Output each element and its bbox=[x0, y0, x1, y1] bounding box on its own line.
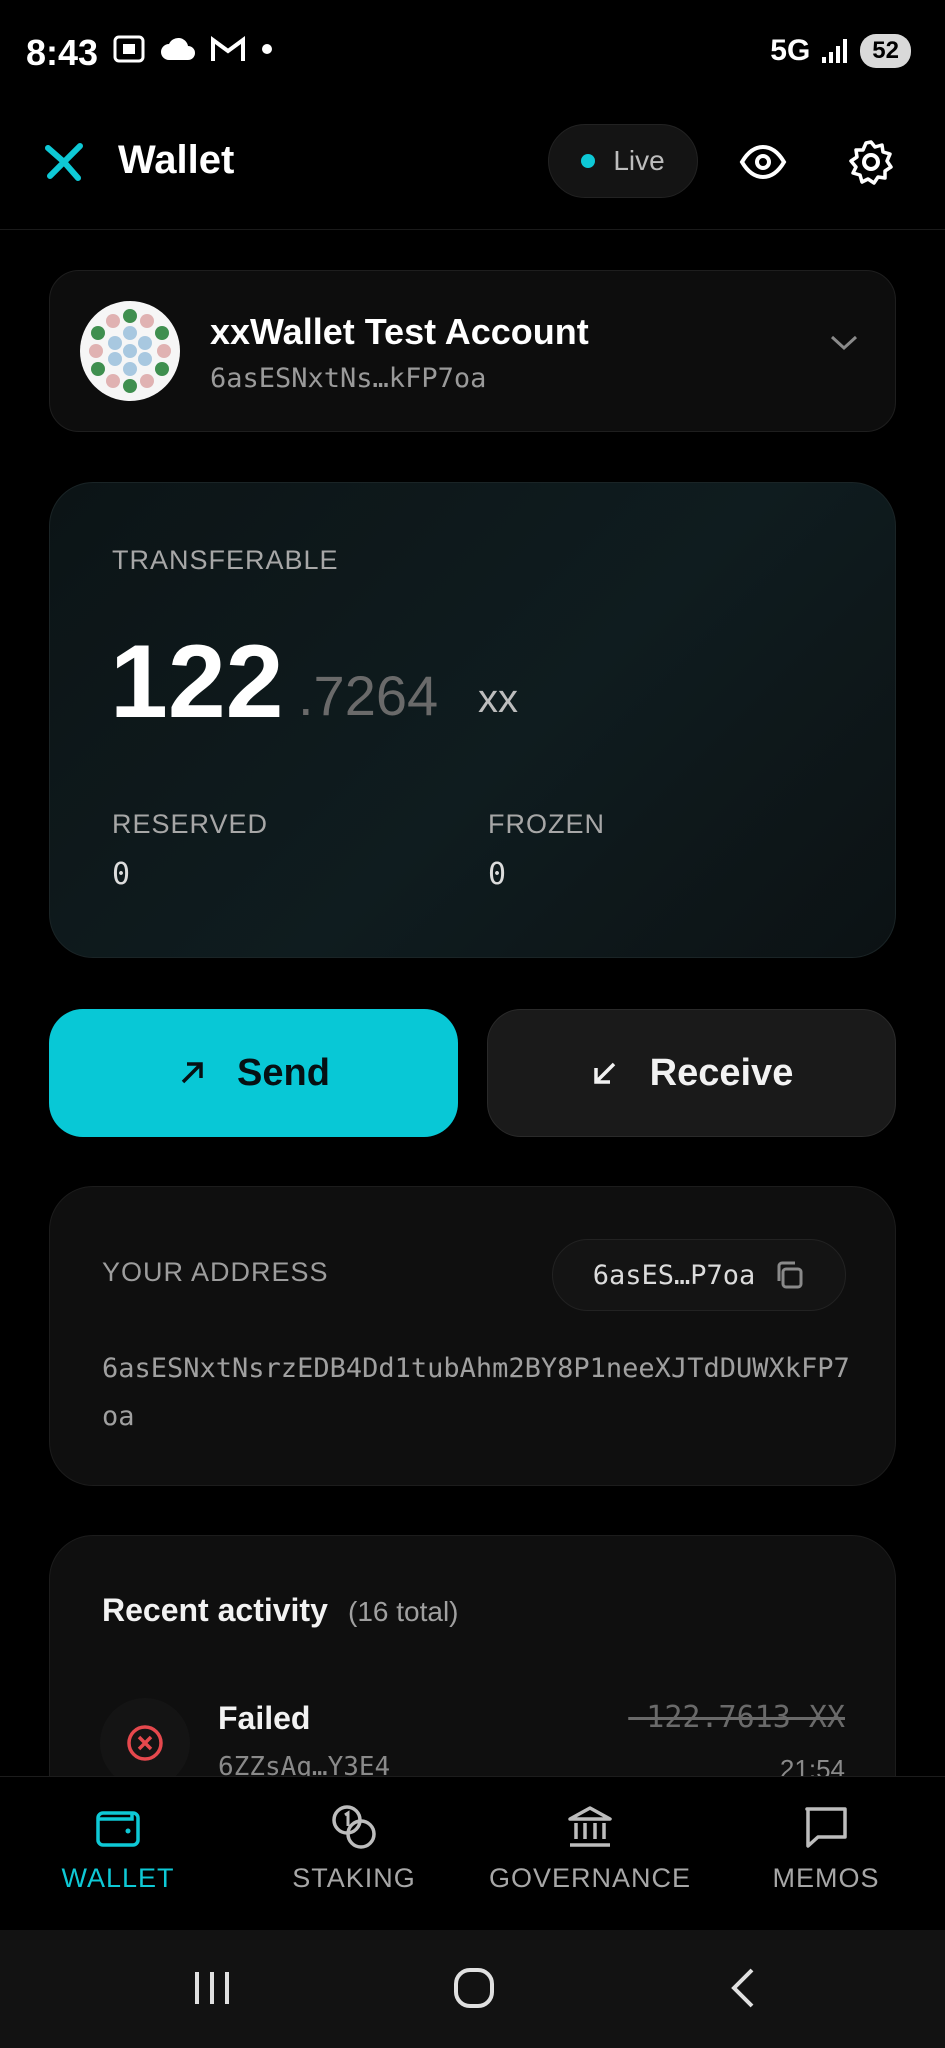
arrow-down-left-icon bbox=[593, 1062, 615, 1084]
wallet-icon bbox=[92, 1801, 144, 1853]
send-label: Send bbox=[237, 1051, 330, 1094]
status-bar: 8:43 5G 52 bbox=[0, 0, 945, 100]
network-label: 5G bbox=[770, 34, 811, 67]
back-icon bbox=[731, 1968, 754, 2008]
gear-icon bbox=[849, 140, 893, 185]
address-card: YOUR ADDRESS 6asES…P7oa 6asESNxtNsrzEDB4… bbox=[49, 1186, 896, 1486]
full-address: 6asESNxtNsrzEDB4Dd1tubAhm2BY8P1neeXJTdDU… bbox=[102, 1353, 850, 1432]
activity-amount: -122.7613 XX bbox=[628, 1700, 845, 1735]
nav-memos[interactable]: MEMOS bbox=[708, 1801, 944, 1894]
copy-icon bbox=[777, 1261, 803, 1289]
frozen-value: 0 bbox=[488, 857, 507, 892]
eye-icon bbox=[739, 144, 787, 180]
recent-apps-button[interactable] bbox=[186, 1960, 238, 2016]
screenshot-icon bbox=[113, 35, 145, 63]
home-icon bbox=[454, 1968, 494, 2008]
status-right: 5G 52 bbox=[770, 34, 911, 68]
signal-icon bbox=[822, 39, 848, 63]
cloud-icon bbox=[161, 37, 195, 60]
nav-label-wallet: WALLET bbox=[61, 1863, 175, 1893]
activity-title: Recent activity bbox=[102, 1592, 328, 1628]
balance-card: TRANSFERABLE 122 .7264 xx RESERVED 0 FRO… bbox=[49, 482, 896, 958]
nav-staking[interactable]: STAKING bbox=[236, 1801, 472, 1894]
app-header: Wallet Live bbox=[0, 100, 945, 230]
nav-wallet[interactable]: WALLET bbox=[0, 1801, 236, 1894]
nav-label-memos: MEMOS bbox=[772, 1863, 880, 1893]
settings-button[interactable] bbox=[841, 132, 901, 192]
avatar bbox=[80, 301, 180, 401]
nav-governance[interactable]: GOVERNANCE bbox=[472, 1801, 708, 1894]
address-chip-text: 6asES…P7oa bbox=[592, 1259, 756, 1291]
nav-label-governance: GOVERNANCE bbox=[488, 1863, 692, 1893]
receive-button[interactable]: Receive bbox=[487, 1009, 896, 1137]
chevron-down-icon bbox=[829, 333, 859, 358]
balance-unit: xx bbox=[478, 677, 518, 721]
status-time: 8:43 bbox=[26, 32, 99, 73]
bank-icon bbox=[564, 1801, 616, 1853]
reserved-label: RESERVED bbox=[112, 809, 269, 839]
page-title: Wallet bbox=[118, 138, 235, 182]
account-selector[interactable]: xxWallet Test Account 6asESNxtNs…kFP7oa bbox=[49, 270, 896, 432]
failed-icon bbox=[100, 1698, 190, 1788]
activity-status: Failed bbox=[218, 1700, 311, 1736]
send-button[interactable]: Send bbox=[49, 1009, 458, 1137]
bottom-nav: WALLET STAKING GOVERNANCE MEMOS bbox=[0, 1776, 945, 1930]
notification-icons bbox=[112, 34, 274, 64]
balance-decimal: .7264 bbox=[298, 664, 439, 727]
activity-count: (16 total) bbox=[348, 1596, 459, 1627]
home-button[interactable] bbox=[448, 1960, 500, 2016]
live-dot-icon bbox=[581, 154, 596, 168]
logo-icon bbox=[44, 140, 84, 187]
reserved-value: 0 bbox=[112, 857, 131, 892]
back-button[interactable] bbox=[716, 1960, 768, 2016]
copy-address-button[interactable]: 6asES…P7oa bbox=[552, 1239, 846, 1311]
live-status-badge[interactable]: Live bbox=[548, 124, 698, 198]
chat-icon bbox=[800, 1801, 852, 1853]
system-nav-bar bbox=[0, 1930, 945, 2048]
arrow-up-right-icon bbox=[181, 1062, 203, 1084]
balance-integer: 122 bbox=[110, 624, 284, 740]
recent-apps-icon bbox=[195, 1972, 229, 2004]
account-name: xxWallet Test Account bbox=[210, 311, 589, 352]
toggle-visibility-button[interactable] bbox=[733, 132, 793, 192]
account-address: 6asESNxtNs…kFP7oa bbox=[210, 363, 487, 394]
receive-label: Receive bbox=[649, 1051, 794, 1094]
address-label: YOUR ADDRESS bbox=[102, 1257, 329, 1287]
live-label: Live bbox=[613, 145, 665, 176]
coins-icon bbox=[328, 1801, 380, 1853]
dot-icon bbox=[262, 44, 272, 54]
transferable-label: TRANSFERABLE bbox=[112, 545, 339, 575]
gmail-icon bbox=[211, 36, 245, 61]
nav-label-staking: STAKING bbox=[292, 1863, 416, 1893]
battery-indicator: 52 bbox=[860, 34, 911, 68]
frozen-label: FROZEN bbox=[488, 809, 605, 839]
